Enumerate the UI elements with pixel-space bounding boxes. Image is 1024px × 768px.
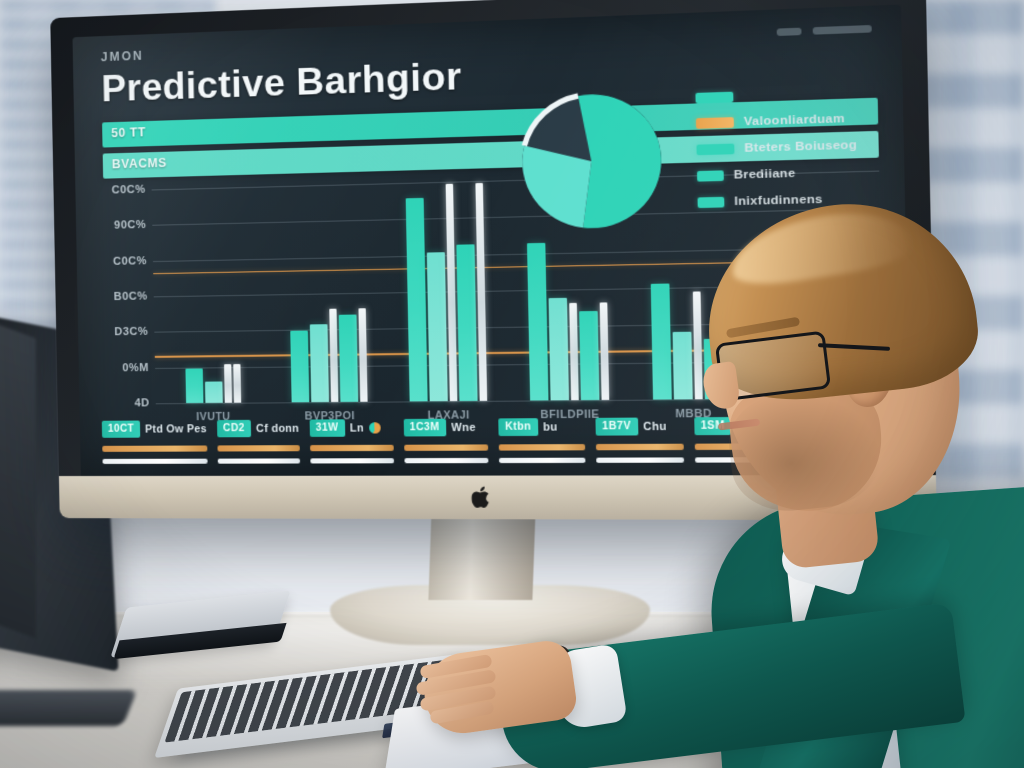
chart-bar[interactable] bbox=[548, 298, 569, 401]
chart-bar[interactable] bbox=[405, 197, 428, 402]
legend-item[interactable]: Brediiane bbox=[697, 166, 858, 183]
kpi-baseline-bar bbox=[499, 457, 586, 464]
kpi-card[interactable]: 10CT Ptd Ow Pes bbox=[101, 420, 208, 464]
chart-bar[interactable] bbox=[223, 363, 232, 403]
chart-bar[interactable] bbox=[569, 302, 579, 401]
y-axis-tick: C0C% bbox=[112, 254, 148, 268]
kpi-label: Ptd Ow Pes bbox=[145, 422, 207, 436]
chart-bar[interactable] bbox=[232, 363, 241, 403]
chart-bar[interactable] bbox=[456, 244, 478, 402]
summary-bar-label: BVACMS bbox=[111, 155, 168, 172]
legend-label: Valoonliarduam bbox=[743, 112, 846, 129]
chart-bar[interactable] bbox=[445, 183, 458, 402]
y-axis-tick: B0C% bbox=[113, 290, 148, 304]
kpi-progress-bar bbox=[309, 444, 394, 452]
legend-item[interactable]: Bteters Boiuseog bbox=[696, 139, 857, 156]
chart-bar[interactable] bbox=[184, 368, 203, 404]
kpi-card[interactable]: 31W Ln bbox=[309, 419, 394, 464]
photograph-scene: JMON Predictive Barhgior 50 TT BVACMS C0… bbox=[0, 0, 1024, 768]
kpi-card[interactable]: Ktbn bu bbox=[498, 418, 586, 464]
legend-item[interactable] bbox=[695, 88, 856, 104]
legend-swatch bbox=[696, 143, 735, 156]
chart-bar[interactable] bbox=[338, 314, 359, 402]
kpi-card[interactable]: 1C3M Wne bbox=[403, 418, 489, 464]
kpi-badge: 10CT bbox=[101, 420, 141, 438]
kpi-badge: 1B7V bbox=[595, 417, 638, 436]
kpi-card-header: 31W Ln bbox=[309, 419, 393, 437]
chart-bar[interactable] bbox=[579, 311, 600, 401]
y-axis-tick: 90C% bbox=[113, 219, 147, 232]
chart-bar[interactable] bbox=[204, 381, 223, 403]
kpi-card-header: CD2 Cf donn bbox=[216, 419, 300, 438]
kpi-progress-bar bbox=[498, 444, 586, 451]
y-axis-tick: C0C% bbox=[111, 183, 146, 197]
y-axis-tick: 0%M bbox=[122, 361, 150, 375]
legend-swatch bbox=[697, 170, 724, 182]
kpi-progress-bar bbox=[403, 444, 489, 451]
chart-bar[interactable] bbox=[358, 308, 368, 402]
bar-group[interactable] bbox=[384, 180, 508, 402]
kpi-label: bu bbox=[543, 420, 558, 434]
kpi-progress-bar bbox=[102, 445, 208, 452]
kpi-baseline-bar bbox=[217, 458, 300, 464]
chart-bar[interactable] bbox=[290, 330, 310, 403]
secondary-monitor-side bbox=[0, 321, 36, 639]
kpi-label: Ln bbox=[349, 421, 365, 435]
chart-bar[interactable] bbox=[426, 252, 448, 402]
kpi-card[interactable]: CD2 Cf donn bbox=[216, 419, 300, 464]
chart-bar[interactable] bbox=[309, 323, 329, 403]
kpi-badge: CD2 bbox=[216, 419, 252, 438]
secondary-monitor-stand bbox=[0, 690, 138, 726]
kpi-progress-bar bbox=[217, 445, 300, 452]
bar-group[interactable] bbox=[152, 186, 271, 404]
bar-group[interactable] bbox=[267, 183, 389, 403]
legend-swatch bbox=[695, 91, 734, 104]
legend-label: Bteters Boiuseog bbox=[744, 139, 858, 155]
pie-chart[interactable] bbox=[508, 79, 677, 243]
chart-bar[interactable] bbox=[329, 308, 339, 402]
summary-bar-label: 50 TT bbox=[111, 125, 146, 141]
kpi-baseline-bar bbox=[310, 458, 394, 464]
legend-swatch bbox=[695, 117, 734, 129]
person-nose bbox=[700, 360, 742, 412]
kpi-label: Wne bbox=[451, 421, 476, 434]
kpi-donut-icon bbox=[369, 422, 381, 434]
legend-label: Brediiane bbox=[733, 167, 796, 182]
kpi-badge: 1C3M bbox=[403, 418, 447, 437]
y-axis-tick: 4D bbox=[134, 397, 150, 410]
kpi-label: Cf donn bbox=[255, 422, 300, 435]
kpi-card-header: 1C3M Wne bbox=[403, 418, 488, 437]
kpi-baseline-bar bbox=[403, 457, 489, 464]
kpi-badge: Ktbn bbox=[498, 418, 538, 437]
kpi-card-header: 10CT Ptd Ow Pes bbox=[101, 420, 207, 438]
legend-item[interactable]: Valoonliarduam bbox=[695, 112, 857, 130]
apple-logo-icon bbox=[471, 486, 489, 508]
y-axis: C0C% 90C% C0C% B0C% D3C% 0%M 4D bbox=[103, 184, 153, 410]
kpi-baseline-bar bbox=[102, 458, 208, 464]
monitor-stand-neck bbox=[428, 508, 536, 600]
kpi-badge: 31W bbox=[309, 419, 345, 437]
chart-bar[interactable] bbox=[475, 183, 488, 401]
kpi-card-header: Ktbn bu bbox=[498, 418, 584, 437]
y-axis-tick: D3C% bbox=[114, 326, 149, 339]
chart-bar[interactable] bbox=[599, 302, 610, 400]
